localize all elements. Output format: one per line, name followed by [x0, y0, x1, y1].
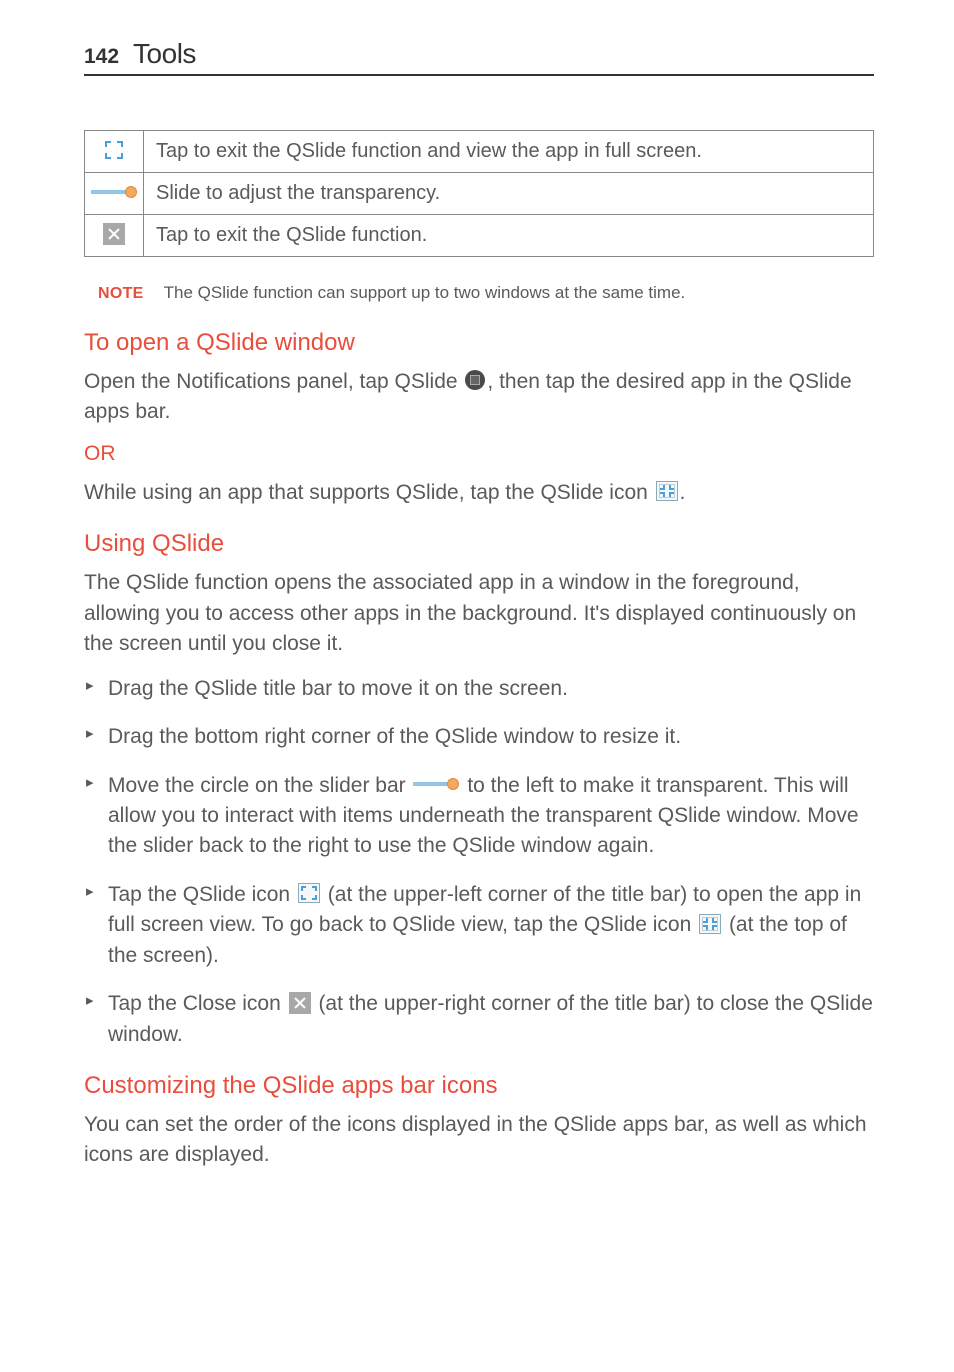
list-item: Move the circle on the slider bar to the…: [84, 771, 874, 862]
expand-icon-cell: [85, 131, 144, 173]
using-qslide-section: Using QSlide The QSlide function opens t…: [84, 530, 874, 1050]
list-item: Tap the Close icon (at the upper-right c…: [84, 989, 874, 1050]
list-item: Drag the bottom right corner of the QSli…: [84, 722, 874, 752]
close-icon: [103, 223, 125, 245]
table-cell-text: Tap to exit the QSlide function.: [144, 215, 874, 257]
expand-icon: [104, 140, 124, 160]
open-heading: To open a QSlide window: [84, 329, 874, 357]
open-paragraph-1: Open the Notifications panel, tap QSlide…: [84, 367, 874, 428]
slider-icon: [413, 777, 459, 791]
text-fragment: .: [680, 481, 686, 504]
customizing-section: Customizing the QSlide apps bar icons Yo…: [84, 1072, 874, 1171]
slider-icon-cell: [85, 173, 144, 215]
text-fragment: Move the circle on the slider bar: [108, 774, 411, 797]
slider-icon: [91, 185, 137, 199]
qslide-bold: QSlide: [395, 370, 458, 393]
text-fragment: While using an app that supports QSlide,…: [84, 481, 654, 504]
section-title: Tools: [133, 38, 196, 70]
or-label: OR: [84, 442, 874, 466]
table-row: Slide to adjust the transparency.: [85, 173, 874, 215]
qslide-collapse-icon: [699, 914, 721, 934]
text-fragment: Tap the Close icon: [108, 992, 287, 1015]
customizing-heading: Customizing the QSlide apps bar icons: [84, 1072, 874, 1100]
icon-description-table: Tap to exit the QSlide function and view…: [84, 130, 874, 257]
using-heading: Using QSlide: [84, 530, 874, 558]
customizing-paragraph: You can set the order of the icons displ…: [84, 1110, 874, 1171]
using-intro: The QSlide function opens the associated…: [84, 568, 874, 659]
list-item: Drag the QSlide title bar to move it on …: [84, 674, 874, 704]
page-header: 142 Tools: [84, 38, 874, 76]
close-icon: [289, 992, 311, 1014]
expand-box-icon: [298, 883, 320, 903]
open-qslide-section: To open a QSlide window Open the Notific…: [84, 329, 874, 508]
qslide-button-icon: [465, 370, 485, 390]
text-fragment: Open the Notifications panel, tap: [84, 370, 395, 393]
list-item: Tap the QSlide icon (at the upper-left c…: [84, 880, 874, 971]
close-icon-cell: [85, 215, 144, 257]
text-fragment: Tap the QSlide icon: [108, 883, 296, 906]
open-paragraph-2: While using an app that supports QSlide,…: [84, 478, 874, 508]
note-label: NOTE: [98, 285, 144, 303]
page-number: 142: [84, 45, 119, 69]
table-cell-text: Tap to exit the QSlide function and view…: [144, 131, 874, 173]
note-text: The QSlide function can support up to tw…: [164, 283, 686, 303]
table-cell-text: Slide to adjust the transparency.: [144, 173, 874, 215]
qslide-collapse-icon: [656, 481, 678, 501]
table-row: Tap to exit the QSlide function.: [85, 215, 874, 257]
table-row: Tap to exit the QSlide function and view…: [85, 131, 874, 173]
using-bullets: Drag the QSlide title bar to move it on …: [84, 674, 874, 1050]
note-row: NOTE The QSlide function can support up …: [98, 283, 874, 303]
